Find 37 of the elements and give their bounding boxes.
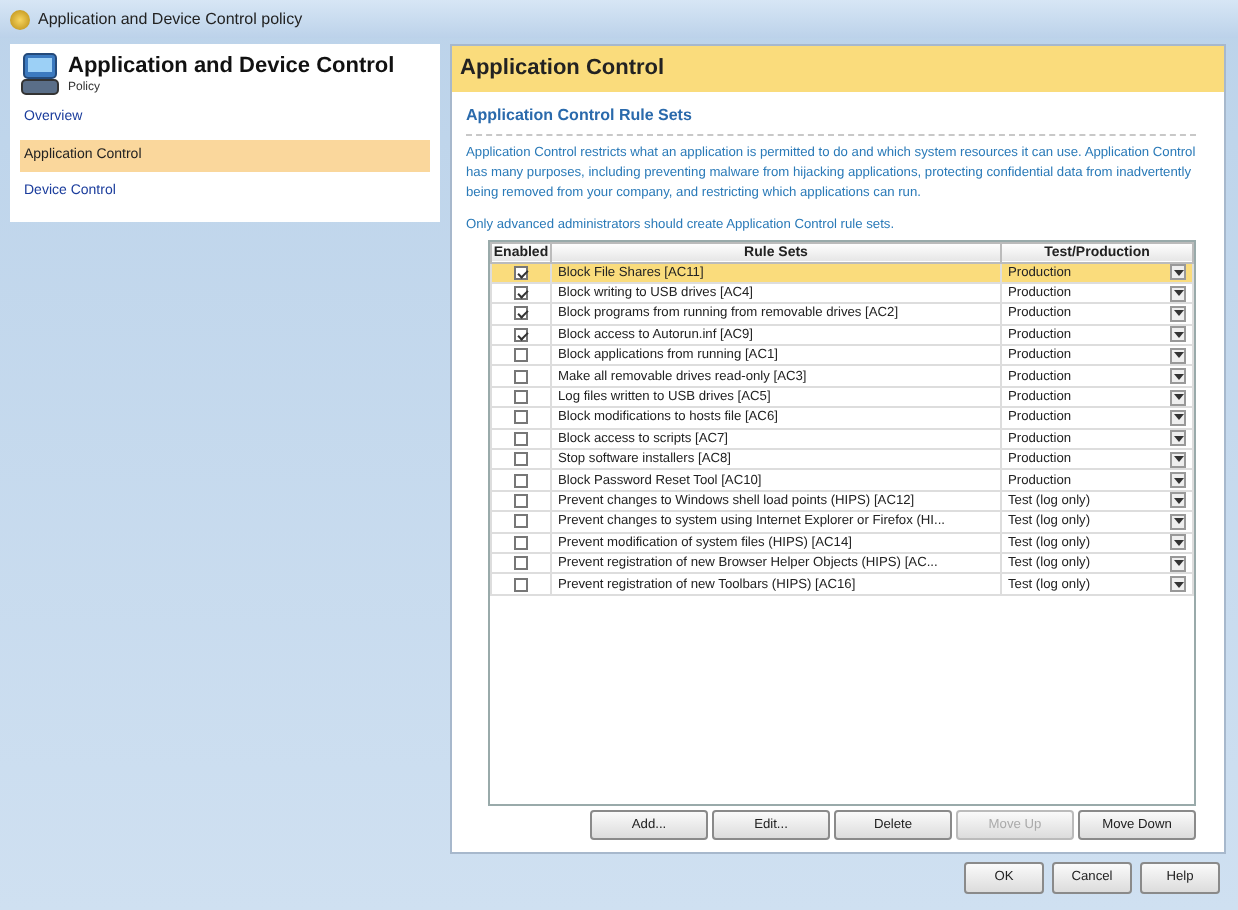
dropdown-arrow-icon[interactable] — [1170, 451, 1186, 468]
checkbox[interactable] — [514, 327, 528, 342]
dropdown-arrow-icon[interactable] — [1170, 347, 1186, 364]
dropdown-arrow-icon[interactable] — [1170, 326, 1186, 343]
checkbox[interactable] — [514, 452, 528, 467]
checkbox[interactable] — [514, 369, 528, 384]
window-title: Application and Device Control policy — [38, 7, 303, 31]
checkbox[interactable] — [514, 535, 528, 550]
checkbox[interactable] — [514, 577, 528, 592]
dropdown-arrow-icon[interactable] — [1170, 430, 1186, 447]
checkbox[interactable] — [514, 286, 528, 301]
dropdown-arrow-icon[interactable] — [1170, 285, 1186, 302]
dropdown-arrow-icon[interactable] — [1170, 534, 1186, 551]
checkbox[interactable] — [514, 556, 528, 571]
checkbox[interactable] — [514, 410, 528, 425]
dropdown-arrow-icon[interactable] — [1170, 389, 1186, 406]
checkbox[interactable] — [514, 514, 528, 529]
checkbox[interactable] — [514, 431, 528, 446]
checkbox[interactable] — [514, 390, 528, 405]
checkbox[interactable] — [514, 473, 528, 488]
dropdown-arrow-icon[interactable] — [1170, 513, 1186, 530]
dropdown-arrow-icon[interactable] — [1170, 305, 1186, 322]
checkbox[interactable] — [514, 265, 528, 280]
dropdown-arrow-icon[interactable] — [1170, 409, 1186, 426]
section-title: Application Control Rule Sets — [466, 103, 1196, 135]
computer-icon — [20, 52, 60, 96]
panel-title: Application Control — [452, 46, 1224, 91]
sidebar-title: Application and Device Control — [68, 52, 395, 80]
checkbox[interactable] — [514, 348, 528, 363]
dropdown-arrow-icon[interactable] — [1170, 492, 1186, 509]
dropdown-arrow-icon[interactable] — [1170, 555, 1186, 572]
dropdown-arrow-icon[interactable] — [1170, 264, 1186, 281]
checkbox[interactable] — [514, 493, 528, 508]
checkbox[interactable] — [514, 306, 528, 321]
dropdown-arrow-icon[interactable] — [1170, 576, 1186, 593]
dropdown-arrow-icon[interactable] — [1170, 472, 1186, 489]
dropdown-arrow-icon[interactable] — [1170, 368, 1186, 385]
